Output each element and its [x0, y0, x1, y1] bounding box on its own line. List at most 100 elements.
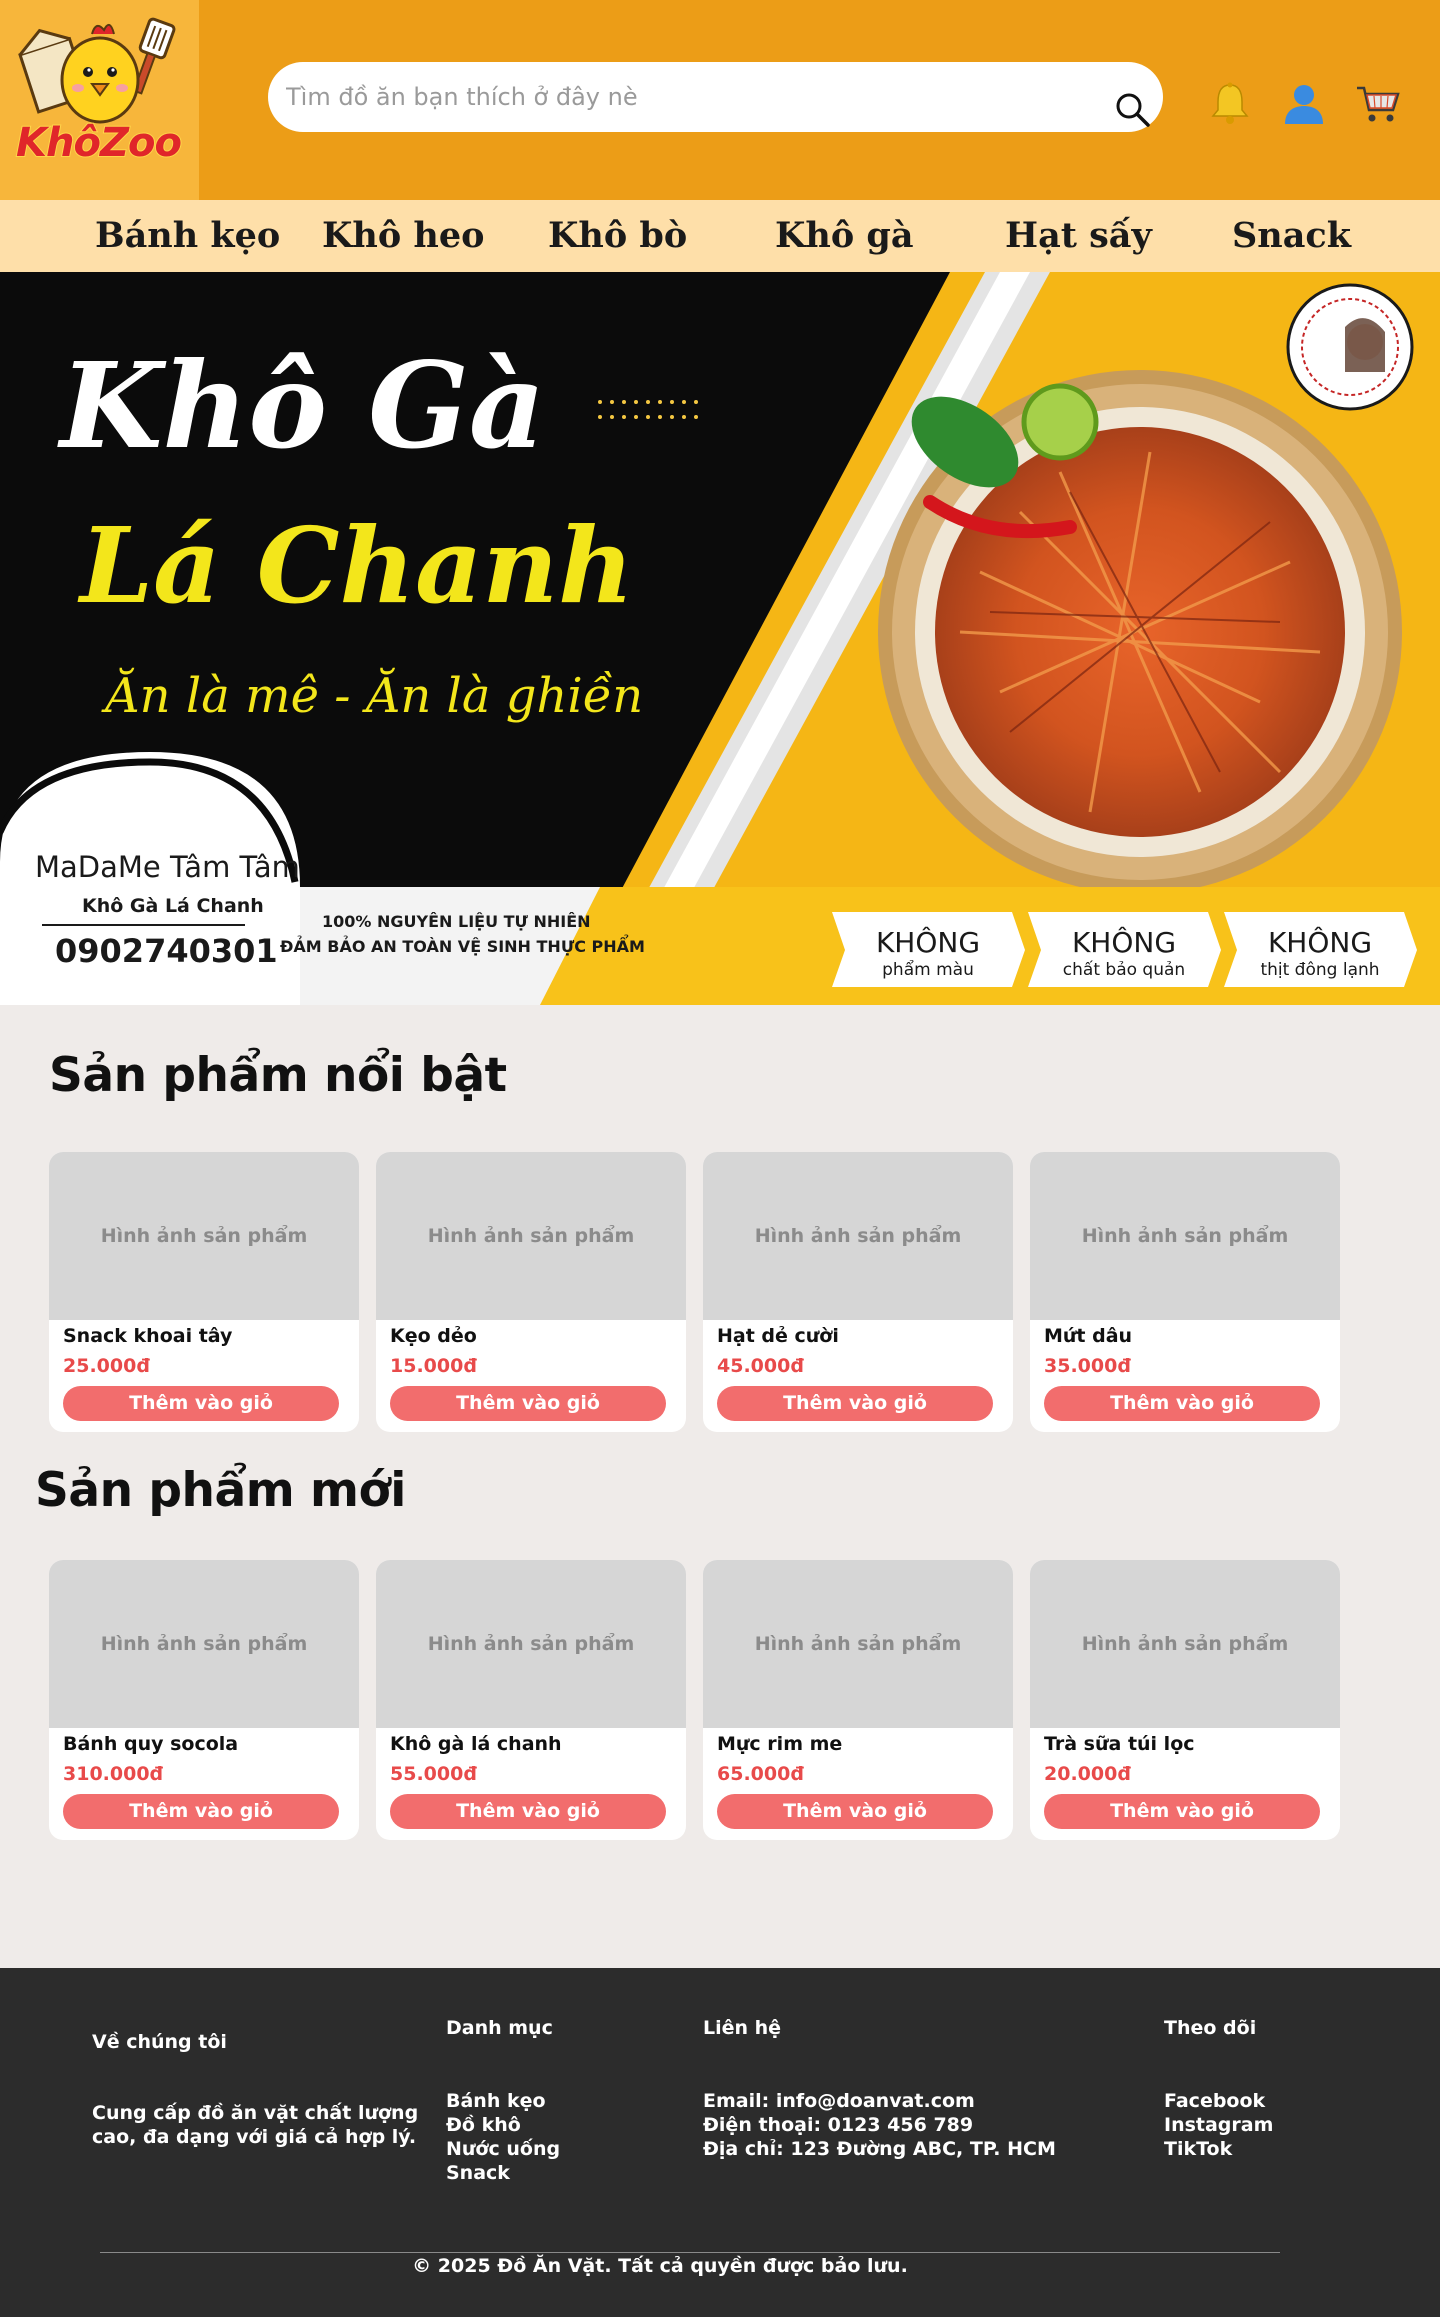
add-to-cart-button[interactable]: Thêm vào giỏ — [63, 1386, 339, 1421]
footer-divider — [100, 2252, 1280, 2253]
hero-banner[interactable]: Khô Gà Lá Chanh Ăn là mê - Ăn là ghiền M… — [0, 272, 1440, 1005]
footer-categories-title: Danh mục — [446, 2017, 553, 2039]
footer-link-instagram[interactable]: Instagram — [1164, 2113, 1273, 2137]
product-price: 65.000đ — [717, 1763, 804, 1785]
account-button[interactable] — [1281, 80, 1327, 126]
add-to-cart-button[interactable]: Thêm vào giỏ — [63, 1794, 339, 1829]
footer-link-banh-keo[interactable]: Bánh kẹo — [446, 2089, 560, 2113]
badge-no-color: KHÔNG phẩm màu — [832, 912, 1025, 987]
footer-about-text-line2: cao, đa dạng với giá cả hợp lý. — [92, 2126, 417, 2148]
footer-link-facebook[interactable]: Facebook — [1164, 2089, 1273, 2113]
banner-title-line2: Lá Chanh — [77, 504, 634, 627]
nav-item-hat-say[interactable]: Hạt sấy — [1005, 200, 1152, 272]
logo[interactable]: KhôZoo — [0, 0, 199, 200]
product-price: 25.000đ — [63, 1355, 150, 1377]
product-name: Trà sữa túi lọc — [1044, 1733, 1195, 1755]
nav-item-kho-heo[interactable]: Khô heo — [322, 200, 484, 272]
product-image-placeholder: Hình ảnh sản phẩm — [376, 1152, 686, 1320]
cart-icon — [1357, 86, 1400, 122]
product-price: 55.000đ — [390, 1763, 477, 1785]
product-name: Mực rim me — [717, 1733, 843, 1755]
search-icon — [1116, 93, 1150, 127]
product-name: Kẹo dẻo — [390, 1325, 477, 1347]
search-input[interactable] — [286, 62, 1096, 132]
banner-shop-name: MaDaMe Tâm Tâm — [35, 850, 300, 884]
banner-product-name: Khô Gà Lá Chanh — [82, 895, 264, 917]
badge-sub: thịt đông lạnh — [1260, 960, 1379, 980]
nav-item-kho-ga[interactable]: Khô gà — [775, 200, 914, 272]
product-image-placeholder: Hình ảnh sản phẩm — [703, 1560, 1013, 1728]
product-price: 45.000đ — [717, 1355, 804, 1377]
add-to-cart-button[interactable]: Thêm vào giỏ — [1044, 1386, 1320, 1421]
banner-claim-2: ĐẢM BẢO AN TOÀN VỆ SINH THỰC PHẨM — [280, 934, 645, 956]
product-image-placeholder: Hình ảnh sản phẩm — [376, 1560, 686, 1728]
product-card[interactable]: Hình ảnh sản phẩm Snack khoai tây 25.000… — [49, 1152, 359, 1432]
bell-icon — [1211, 82, 1249, 124]
product-card[interactable]: Hình ảnh sản phẩm Hạt dẻ cười 45.000đ Th… — [703, 1152, 1013, 1432]
product-name: Snack khoai tây — [63, 1325, 233, 1347]
cart-button[interactable] — [1355, 80, 1401, 126]
footer-categories-list: Bánh kẹo Đồ khô Nước uống Snack — [446, 2089, 560, 2185]
product-card[interactable]: Hình ảnh sản phẩm Khô gà lá chanh 55.000… — [376, 1560, 686, 1840]
footer-copyright: © 2025 Đồ Ăn Vặt. Tất cả quyền được bảo … — [412, 2255, 908, 2277]
footer-about-title: Về chúng tôi — [92, 2031, 227, 2053]
banner-title-line1: Khô Gà — [57, 336, 545, 475]
product-image-placeholder: Hình ảnh sản phẩm — [1030, 1152, 1340, 1320]
search-button[interactable] — [1113, 90, 1153, 130]
banner-phone: 0902740301 — [55, 932, 278, 970]
footer-contact-info: Email: info@doanvat.com Điện thoại: 0123… — [703, 2089, 1056, 2161]
product-card[interactable]: Hình ảnh sản phẩm Kẹo dẻo 15.000đ Thêm v… — [376, 1152, 686, 1432]
footer-about-text-line1: Cung cấp đồ ăn vặt chất lượng — [92, 2102, 419, 2124]
add-to-cart-button[interactable]: Thêm vào giỏ — [390, 1386, 666, 1421]
featured-section-title: Sản phẩm nổi bật — [49, 1048, 507, 1103]
nav-item-kho-bo[interactable]: Khô bò — [548, 200, 687, 272]
badge-sub: chất bảo quản — [1063, 959, 1185, 980]
search-bar — [268, 62, 1163, 132]
badge-title: KHÔNG — [1268, 925, 1372, 959]
footer-link-tiktok[interactable]: TikTok — [1164, 2137, 1273, 2161]
product-price: 310.000đ — [63, 1763, 164, 1785]
product-price: 15.000đ — [390, 1355, 477, 1377]
footer-link-do-kho[interactable]: Đồ khô — [446, 2113, 560, 2137]
badge-title: KHÔNG — [876, 925, 980, 959]
badge-title: KHÔNG — [1072, 925, 1176, 959]
add-to-cart-button[interactable]: Thêm vào giỏ — [717, 1386, 993, 1421]
product-card[interactable]: Hình ảnh sản phẩm Mứt dâu 35.000đ Thêm v… — [1030, 1152, 1340, 1432]
product-card[interactable]: Hình ảnh sản phẩm Mực rim me 65.000đ Thê… — [703, 1560, 1013, 1840]
footer-follow-list: Facebook Instagram TikTok — [1164, 2089, 1273, 2161]
add-to-cart-button[interactable]: Thêm vào giỏ — [390, 1794, 666, 1829]
footer-link-nuoc-uong[interactable]: Nước uống — [446, 2137, 560, 2161]
footer-contact-email[interactable]: Email: info@doanvat.com — [703, 2089, 1056, 2113]
product-name: Bánh quy socola — [63, 1733, 239, 1755]
footer-contact-title: Liên hệ — [703, 2017, 782, 2039]
product-image-placeholder: Hình ảnh sản phẩm — [1030, 1560, 1340, 1728]
product-card[interactable]: Hình ảnh sản phẩm Trà sữa túi lọc 20.000… — [1030, 1560, 1340, 1840]
brand-name: KhôZoo — [15, 119, 183, 167]
banner-slogan: Ăn là mê - Ăn là ghiền — [101, 667, 643, 724]
add-to-cart-button[interactable]: Thêm vào giỏ — [717, 1794, 993, 1829]
product-name: Mứt dâu — [1044, 1325, 1133, 1347]
product-name: Hạt dẻ cười — [717, 1325, 839, 1347]
product-card[interactable]: Hình ảnh sản phẩm Bánh quy socola 310.00… — [49, 1560, 359, 1840]
nav-item-snack[interactable]: Snack — [1232, 200, 1351, 272]
product-image-placeholder: Hình ảnh sản phẩm — [49, 1560, 359, 1728]
add-to-cart-button[interactable]: Thêm vào giỏ — [1044, 1794, 1320, 1829]
banner-claim-1: 100% NGUYÊN LIỆU TỰ NHIÊN — [322, 911, 591, 931]
new-products-section-title: Sản phẩm mới — [35, 1463, 406, 1518]
product-image-placeholder: Hình ảnh sản phẩm — [49, 1152, 359, 1320]
footer-follow-title: Theo dõi — [1164, 2017, 1257, 2039]
notification-button[interactable] — [1207, 80, 1253, 126]
product-name: Khô gà lá chanh — [390, 1733, 562, 1755]
product-image-placeholder: Hình ảnh sản phẩm — [703, 1152, 1013, 1320]
badge-no-frozen-meat: KHÔNG thịt đông lạnh — [1224, 912, 1417, 987]
footer-contact-address: Địa chỉ: 123 Đường ABC, TP. HCM — [703, 2138, 1056, 2160]
lime — [1021, 383, 1099, 461]
banner-graphic: Khô Gà Lá Chanh Ăn là mê - Ăn là ghiền M… — [0, 272, 1440, 1005]
product-price: 35.000đ — [1044, 1355, 1131, 1377]
chick-mascot-icon — [18, 17, 176, 124]
product-price: 20.000đ — [1044, 1763, 1131, 1785]
badge-sub: phẩm màu — [882, 959, 974, 980]
nav-item-banh-keo[interactable]: Bánh kẹo — [95, 200, 280, 272]
footer-link-snack[interactable]: Snack — [446, 2161, 560, 2185]
footer-contact-phone[interactable]: Điện thoại: 0123 456 789 — [703, 2113, 1056, 2137]
